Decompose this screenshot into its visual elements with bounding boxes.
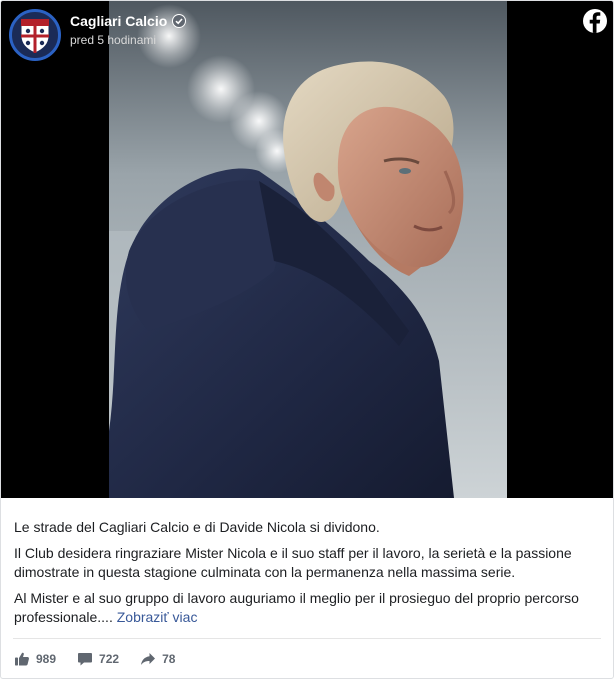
- verified-badge-icon: [172, 14, 187, 28]
- likes-count-value: 989: [36, 652, 57, 666]
- photo-illustration: [109, 1, 507, 498]
- post-text: Le strade del Cagliari Calcio e di David…: [14, 518, 600, 634]
- comments-count-value: 722: [99, 652, 120, 666]
- post-header: Cagliari Calcio pred 5 hodinami: [70, 13, 187, 47]
- post-media[interactable]: Cagliari Calcio pred 5 hodinami: [1, 1, 613, 498]
- post-paragraph-text: Al Mister e al suo gruppo di lavoro augu…: [14, 590, 579, 625]
- post-photo[interactable]: [109, 1, 507, 498]
- comments-count[interactable]: 722: [77, 651, 119, 667]
- page-avatar[interactable]: [9, 9, 61, 61]
- post-paragraph: Il Club desidera ringraziare Mister Nico…: [14, 545, 572, 580]
- share-icon: [141, 653, 156, 665]
- post-paragraph: Le strade del Cagliari Calcio e di David…: [14, 519, 380, 535]
- comment-icon: [78, 653, 93, 666]
- facebook-logo-icon[interactable]: [583, 9, 607, 33]
- facebook-post-embed: Cagliari Calcio pred 5 hodinami Le strad…: [0, 0, 614, 679]
- divider: [13, 638, 601, 639]
- post-paragraph: Al Mister e al suo gruppo di lavoro augu…: [14, 589, 600, 627]
- likes-count[interactable]: 989: [14, 651, 56, 667]
- thumbs-up-icon: [15, 652, 29, 666]
- shares-count-value: 78: [162, 652, 176, 666]
- shares-count[interactable]: 78: [140, 651, 175, 667]
- post-timestamp[interactable]: pred 5 hodinami: [70, 33, 186, 47]
- engagement-bar: 989 722 78: [14, 651, 175, 667]
- see-more-link[interactable]: Zobraziť viac: [117, 609, 198, 625]
- page-name[interactable]: Cagliari Calcio: [70, 13, 167, 29]
- cagliari-crest-icon: [20, 18, 50, 54]
- page-name-row: Cagliari Calcio: [70, 13, 187, 29]
